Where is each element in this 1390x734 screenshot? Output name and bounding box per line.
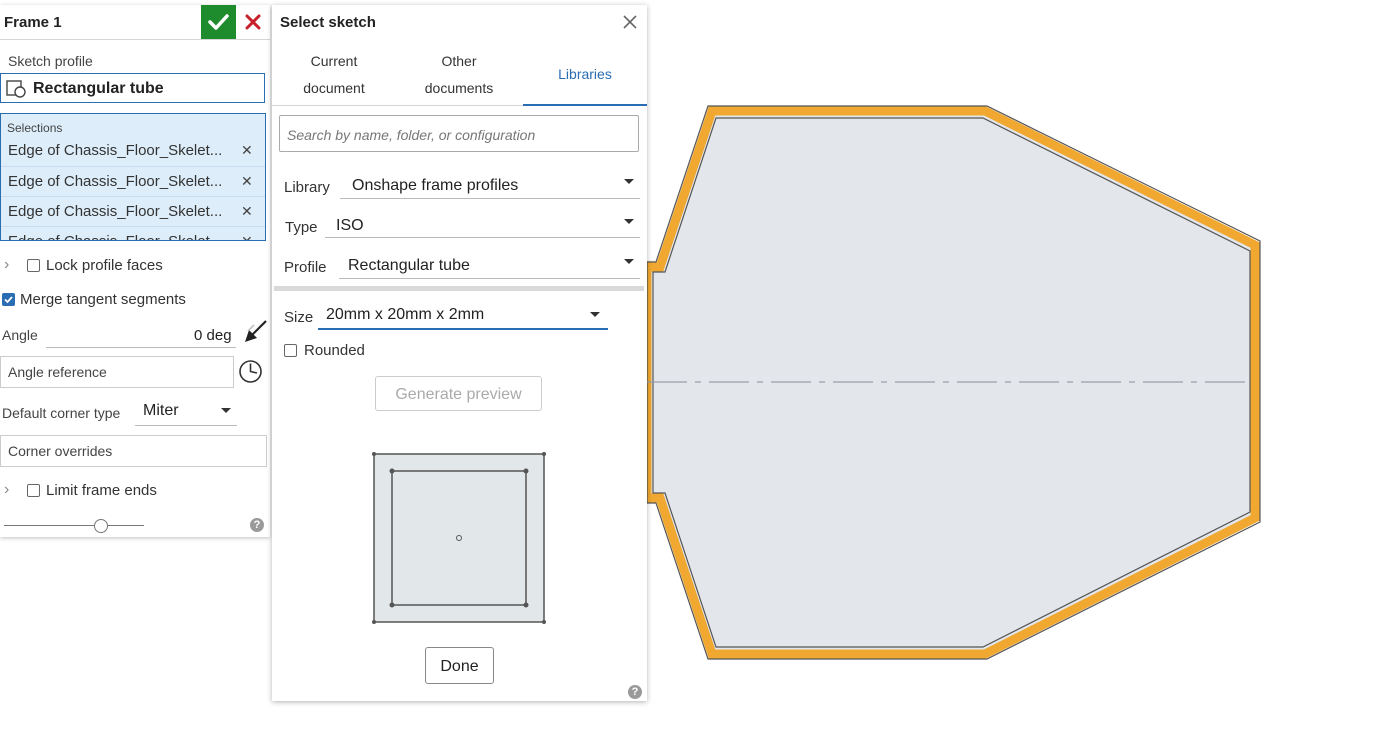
library-label: Library [284,179,330,196]
close-icon[interactable] [620,12,640,32]
lock-profile-faces-checkbox[interactable] [27,259,40,272]
search-placeholder: Search by name, folder, or configuration [287,127,536,143]
confirm-button[interactable] [201,5,236,39]
clock-dial-icon[interactable] [238,359,263,384]
profile-preview-image [372,452,546,624]
merge-tangent-checkbox[interactable] [2,293,15,306]
angle-field-underline [46,347,236,348]
profile-select[interactable]: Rectangular tube [348,257,470,275]
tab-current-document[interactable]: Current document [274,48,394,102]
tab-label: Libraries [558,66,612,82]
section-divider [274,286,644,291]
selection-item[interactable]: Edge of Chassis_Floor_Skelet... ✕ [1,166,265,197]
tab-active-indicator [523,104,647,106]
flip-direction-arrow-icon[interactable] [242,319,268,345]
corner-type-underline [135,425,237,426]
selection-item-label: Edge of Chassis_Floor_Skelet... [8,142,223,159]
corner-overrides-placeholder: Corner overrides [8,443,113,459]
checkmark-icon [208,14,229,30]
selections-list[interactable]: Selections Edge of Chassis_Floor_Skelet.… [0,113,266,241]
sketch-profile-icon [6,80,26,98]
tab-label: documents [424,80,494,96]
size-select[interactable]: 20mm x 20mm x 2mm [326,306,484,324]
help-icon[interactable]: ? [628,685,642,699]
checkmark-icon [4,296,13,304]
type-select[interactable]: ISO [336,217,364,235]
remove-selection-icon[interactable]: ✕ [241,203,253,220]
chevron-down-icon[interactable] [624,219,634,224]
remove-selection-icon[interactable]: ✕ [241,142,253,159]
remove-selection-icon[interactable]: ✕ [241,173,253,190]
chevron-down-icon[interactable] [624,259,634,264]
profile-underline [339,278,640,279]
profile-label: Profile [284,259,327,276]
rounded-checkbox[interactable] [284,344,297,357]
panel-title: Frame 1 [4,14,62,31]
slider-track[interactable] [4,525,144,526]
lock-profile-faces-label: Lock profile faces [46,257,163,274]
corner-overrides-field[interactable]: Corner overrides [0,435,267,467]
size-underline [318,328,608,330]
selections-label: Selections [7,121,63,135]
chevron-down-icon[interactable] [624,179,634,184]
angle-label: Angle [2,327,38,343]
done-button[interactable]: Done [425,647,494,684]
sketch-profile-value: Rectangular tube [33,80,164,97]
remove-selection-icon[interactable]: ✕ [241,233,253,240]
tab-libraries[interactable]: Libraries [523,61,647,88]
merge-tangent-label: Merge tangent segments [20,291,186,308]
angle-value[interactable]: 0 deg [194,327,232,344]
select-sketch-dialog: Select sketch Current document Other doc… [272,5,647,701]
selection-item[interactable]: Edge of Chassis_Floor_Skelet... ✕ [1,136,265,166]
angle-reference-field[interactable]: Angle reference [0,356,234,388]
selection-item-label: Edge of Chassis_Floor_Skelet... [8,173,223,190]
chevron-down-icon[interactable] [590,312,600,317]
chevron-right-icon[interactable]: › [4,481,9,499]
tab-label: Current [310,53,358,69]
sketch-profile-label: Sketch profile [8,53,93,69]
help-icon[interactable]: ? [250,518,264,532]
selection-item-label: Edge of Chassis_Floor_Skelet... [8,203,223,220]
tab-other-documents[interactable]: Other documents [399,48,519,102]
angle-reference-placeholder: Angle reference [8,364,107,380]
default-corner-type-label: Default corner type [2,405,121,421]
limit-frame-ends-label: Limit frame ends [46,482,157,499]
search-input[interactable]: Search by name, folder, or configuration [279,115,639,152]
generate-preview-button[interactable]: Generate preview [375,376,542,411]
tab-label: Other [441,53,477,69]
rounded-label: Rounded [304,342,365,359]
library-underline [340,198,640,199]
close-icon [245,14,261,30]
chevron-down-icon[interactable] [221,408,231,413]
sketch-profile-field[interactable]: Rectangular tube [0,73,265,103]
selection-item-label: Edge of Chassis_Floor_Skelet... [8,233,222,240]
chevron-right-icon[interactable]: › [4,256,9,274]
slider-handle[interactable] [94,519,108,533]
library-select[interactable]: Onshape frame profiles [352,177,518,195]
tab-label: document [303,80,365,96]
dialog-title: Select sketch [280,14,376,31]
type-label: Type [285,219,318,236]
selection-item[interactable]: Edge of Chassis_Floor_Skelet... ✕ [1,196,265,227]
default-corner-type-select[interactable]: Miter [143,402,179,420]
cancel-button[interactable] [242,11,264,33]
limit-frame-ends-checkbox[interactable] [27,484,40,497]
type-underline [325,237,640,238]
panel-header: Frame 1 [0,5,270,40]
selection-item[interactable]: Edge of Chassis_Floor_Skelet... ✕ [1,226,265,240]
size-label: Size [284,309,314,326]
frame-feature-panel: Frame 1 Sketch profile Rectangular tube … [0,5,270,537]
